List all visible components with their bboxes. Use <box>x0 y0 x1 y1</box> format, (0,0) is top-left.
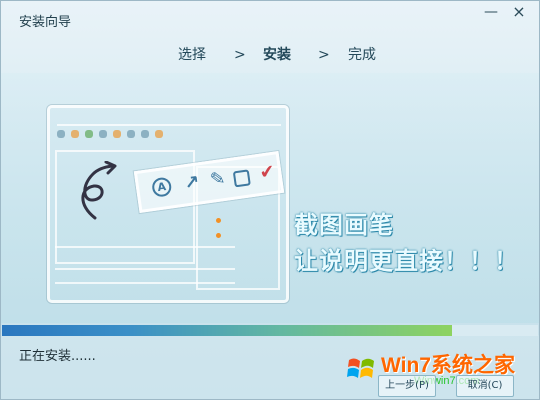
previous-button[interactable]: 上一步(P) <box>378 375 436 397</box>
illustration-divider <box>55 246 235 248</box>
status-dot <box>216 233 221 238</box>
toolbar-icon <box>127 130 135 138</box>
cancel-button[interactable]: 取消(C) <box>456 375 514 397</box>
step-select: 选择 <box>178 47 206 63</box>
text-tool-icon: A <box>151 176 173 198</box>
title-bar: 安装向导 — × <box>1 1 539 39</box>
step-separator-2: > <box>318 47 330 63</box>
arrow-tool-icon: ↗ <box>183 171 201 195</box>
install-progress-bar <box>2 325 538 336</box>
toolbar-icon <box>155 130 163 138</box>
status-dot <box>216 218 221 223</box>
pen-tool-icon: ✎ <box>208 167 227 191</box>
minimize-button[interactable]: — <box>479 1 503 25</box>
shape-tool-icon <box>232 169 251 188</box>
installer-window: 安装向导 — × 选择 > 安装 > 完成 A ↗ ✎ ✔ 截图画笔 让说明更直… <box>0 0 540 400</box>
promo-headline: 截图画笔 <box>294 211 394 239</box>
illustration-divider <box>55 268 235 270</box>
close-button[interactable]: × <box>507 1 531 25</box>
illustration-toolbar <box>57 128 277 140</box>
drawing-stroke-icon <box>81 161 117 220</box>
toolbar-icon <box>85 130 93 138</box>
illustration-divider <box>55 282 235 284</box>
install-progress-fill <box>2 325 453 336</box>
step-install: 安装 <box>263 47 291 63</box>
toolbar-icon <box>99 130 107 138</box>
window-title: 安装向导 <box>19 15 72 30</box>
step-separator-1: > <box>234 47 246 63</box>
windows-logo-icon <box>347 358 374 378</box>
toolbar-icon <box>141 130 149 138</box>
toolbar-icon <box>57 130 65 138</box>
toolbar-icon <box>71 130 79 138</box>
install-status: 正在安装...... <box>19 349 96 364</box>
step-finish: 完成 <box>348 47 376 63</box>
promo-subtitle: 让说明更直接！！！ <box>294 247 519 275</box>
brush-tool-icon: ✔ <box>258 160 277 184</box>
illustration-title-bar <box>57 111 281 126</box>
step-navigation: 选择 > 安装 > 完成 <box>1 45 539 65</box>
toolbar-icon <box>113 130 121 138</box>
